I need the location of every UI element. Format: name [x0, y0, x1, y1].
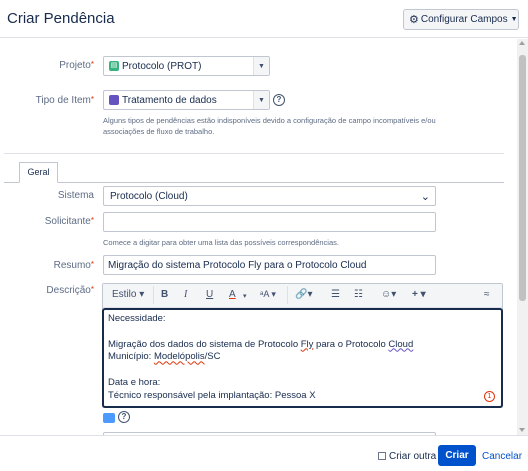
requester-hint: Comece a digitar para obter uma lista da…: [103, 238, 339, 247]
issue-type-value: Tratamento de dados: [122, 94, 217, 106]
chevron-down-icon[interactable]: ▼: [253, 91, 269, 109]
create-another-label: Criar outra: [389, 451, 437, 462]
project-value: Protocolo (PROT): [122, 60, 202, 72]
description-label: Descrição*: [46, 285, 94, 296]
description-line: Migração dos dados do sistema de Protoco…: [108, 338, 414, 350]
spellcheck-counter-badge[interactable]: 1: [484, 391, 495, 402]
help-icon[interactable]: ?: [118, 411, 130, 423]
issue-type-select[interactable]: Tratamento de dados ▼: [103, 90, 270, 110]
chevron-down-icon: ▼: [510, 16, 518, 23]
scroll-up-icon[interactable]: [519, 41, 525, 45]
style-dropdown[interactable]: Estilo ▾: [112, 289, 144, 300]
project-label: Projeto*: [59, 60, 94, 71]
project-icon: ▤: [109, 61, 119, 71]
chevron-down-icon[interactable]: ▼: [253, 57, 269, 75]
tab-underline: [4, 182, 504, 183]
create-another-checkbox[interactable]: [378, 452, 386, 460]
chevron-down-icon: ⌄: [420, 190, 430, 203]
toolbar-separator: [153, 286, 154, 304]
configure-fields-button[interactable]: ⚙ Configurar Campos ▼: [403, 9, 519, 30]
description-line: Data e hora:: [108, 376, 161, 388]
chevron-down-icon[interactable]: ▾: [243, 292, 247, 300]
note-line: Alguns tipos de pendências estão indispo…: [103, 116, 436, 125]
collapse-icon[interactable]: ≈: [484, 289, 490, 300]
numbered-list-icon[interactable]: ☷: [354, 289, 363, 300]
description-textarea[interactable]: Necessidade: Migração dos dados do siste…: [102, 308, 503, 408]
dialog-footer: Criar outra Criar Cancelar: [0, 435, 528, 471]
cancel-link[interactable]: Cancelar: [482, 451, 522, 462]
editor-toolbar: Estilo ▾ B I U A ▾ ᵃA ▾ 🔗▾ ☰ ☷ ☺▾ + ▾ ≈: [103, 284, 502, 308]
issue-type-label: Tipo de Item*: [35, 95, 94, 106]
plus-icon[interactable]: + ▾: [412, 289, 426, 300]
description-line: Técnico responsável pela implantação: Pe…: [108, 389, 316, 401]
system-label: Sistema: [57, 190, 94, 201]
form-content: Projeto* ▤ Protocolo (PROT) ▼ Tipo de It…: [0, 39, 516, 435]
link-icon[interactable]: 🔗▾: [295, 289, 312, 300]
bullet-list-icon[interactable]: ☰: [331, 289, 340, 300]
configure-fields-label: Configurar Campos: [420, 14, 508, 25]
dialog-header: Criar Pendência ⚙ Configurar Campos ▼: [0, 0, 528, 38]
scrollbar[interactable]: [517, 39, 528, 435]
system-value: Protocolo (Cloud): [110, 190, 188, 202]
emoji-icon[interactable]: ☺▾: [381, 289, 396, 300]
gear-icon: ⚙: [409, 14, 419, 26]
note-line: associações de fluxo de trabalho.: [103, 127, 215, 136]
italic-icon[interactable]: I: [184, 289, 187, 300]
summary-input[interactable]: Migração do sistema Protocolo Fly para o…: [103, 255, 436, 275]
text-color-icon[interactable]: A: [229, 289, 236, 300]
text-format-icon[interactable]: ᵃA ▾: [260, 289, 276, 300]
create-button[interactable]: Criar: [438, 445, 476, 466]
description-line: Necessidade:: [108, 313, 166, 324]
issue-type-note: Alguns tipos de pendências estão indispo…: [103, 115, 436, 137]
toolbar-separator: [287, 286, 288, 304]
description-editor: Estilo ▾ B I U A ▾ ᵃA ▾ 🔗▾ ☰ ☷ ☺▾ + ▾ ≈ …: [102, 283, 503, 408]
style-label: Estilo: [112, 289, 137, 300]
underline-icon[interactable]: U: [206, 289, 213, 300]
issue-type-icon: [109, 95, 119, 105]
description-line: Município: Modelópolis/SC: [108, 351, 221, 363]
image-icon[interactable]: [103, 413, 115, 423]
requester-label: Solicitante*: [44, 216, 94, 227]
scroll-thumb[interactable]: [519, 55, 526, 301]
project-select[interactable]: ▤ Protocolo (PROT) ▼: [103, 56, 270, 76]
bold-icon[interactable]: B: [161, 289, 168, 300]
help-icon[interactable]: ?: [273, 94, 285, 106]
dialog-title: Criar Pendência: [7, 10, 115, 27]
tab-geral[interactable]: Geral: [19, 162, 58, 183]
system-select[interactable]: Protocolo (Cloud) ⌄: [103, 186, 436, 206]
requester-input[interactable]: [103, 212, 436, 232]
scroll-down-icon[interactable]: [519, 428, 525, 432]
divider: [4, 153, 504, 154]
summary-label: Resumo*: [53, 260, 94, 271]
